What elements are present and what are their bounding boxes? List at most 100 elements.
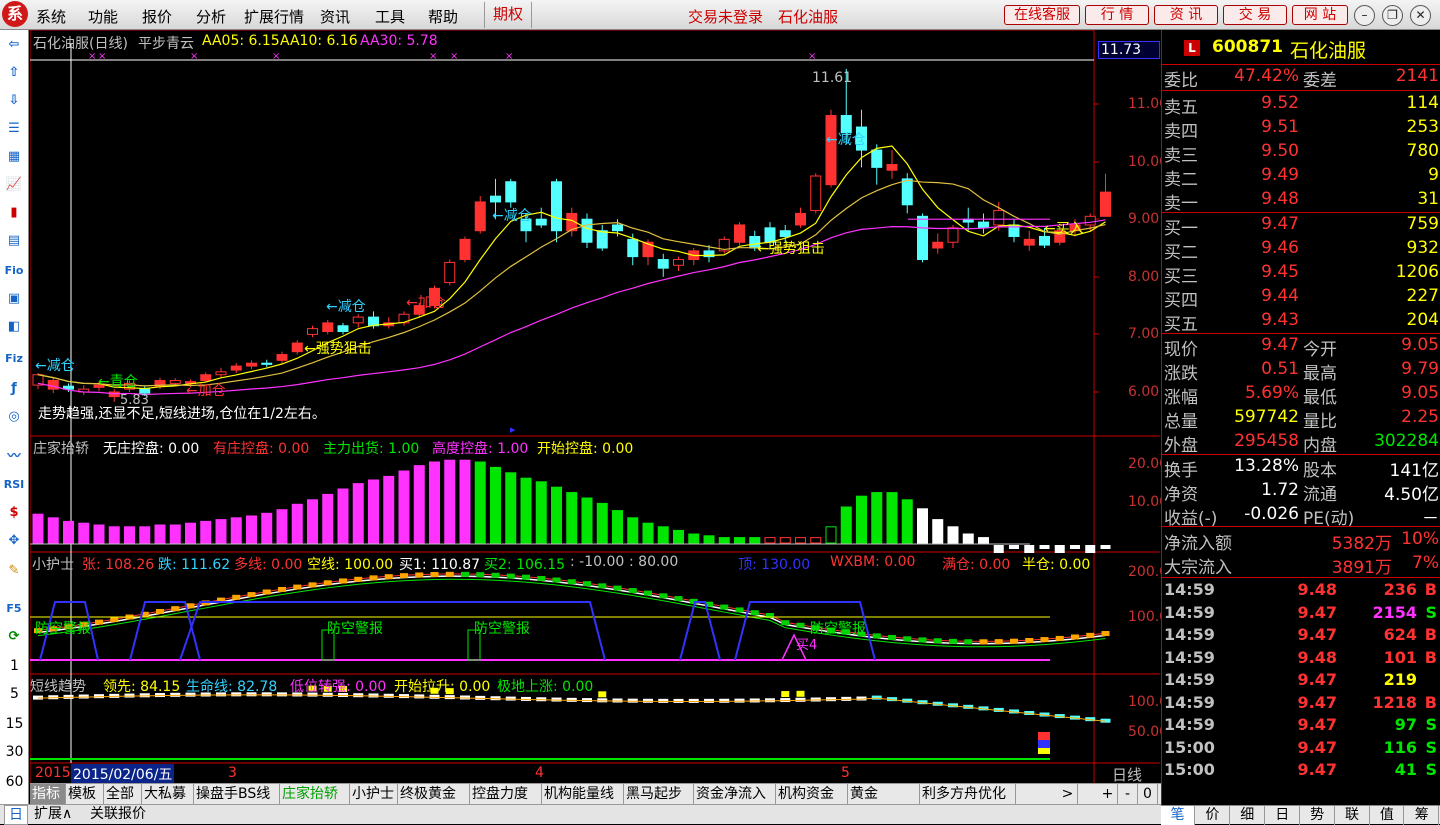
- signal-reduce: ←减仓: [492, 208, 532, 224]
- app-logo[interactable]: 系: [2, 1, 28, 27]
- quote-tab[interactable]: 细: [1231, 806, 1265, 825]
- menu-quote[interactable]: 报价: [142, 6, 172, 27]
- fiz-icon[interactable]: Fiz: [3, 348, 25, 370]
- table-icon[interactable]: ▤: [3, 230, 25, 252]
- arrow-down-icon[interactable]: ⇩: [3, 90, 25, 112]
- indicator-tab[interactable]: 指标: [30, 784, 66, 805]
- arrow-left-icon[interactable]: ⇦: [3, 34, 25, 56]
- indicator-tab[interactable]: 机构能量线: [542, 784, 624, 805]
- indicator-tab[interactable]: 大私募: [142, 784, 194, 805]
- formula-icon[interactable]: ƒ: [3, 378, 25, 400]
- chart-control-button[interactable]: 0: [1138, 784, 1158, 805]
- indicator-tab[interactable]: 操盘手BS线: [194, 784, 280, 805]
- menu-analysis[interactable]: 分析: [196, 6, 226, 27]
- f5-icon[interactable]: F5: [3, 598, 25, 620]
- candle-body: [734, 224, 745, 243]
- trade-button[interactable]: 交 易: [1223, 5, 1287, 25]
- period-30min[interactable]: 30: [0, 744, 29, 760]
- indicator-tab[interactable]: 庄家抬轿: [280, 784, 350, 805]
- market-button[interactable]: 行 情: [1085, 5, 1149, 25]
- fio-icon[interactable]: Fio: [3, 260, 25, 282]
- volume-bar: [1024, 545, 1035, 553]
- volume-bar: [322, 493, 334, 544]
- report-icon[interactable]: ▣: [3, 288, 25, 310]
- quote-tab[interactable]: 日: [1266, 806, 1300, 825]
- trend-dot: [720, 604, 729, 610]
- quote-tab[interactable]: 价: [1196, 806, 1230, 825]
- indicator-tab[interactable]: 模板: [66, 784, 104, 805]
- news-button[interactable]: 资 讯: [1154, 5, 1218, 25]
- circle-icon[interactable]: ◎: [3, 406, 25, 428]
- chart-control-button[interactable]: >: [1058, 784, 1078, 805]
- volume-bar: [154, 524, 166, 544]
- signal-buy: ←买入: [1044, 221, 1084, 237]
- doc-icon[interactable]: ◧: [3, 316, 25, 338]
- trend-dot: [949, 638, 957, 644]
- menu-function[interactable]: 功能: [88, 6, 118, 27]
- trend-dot: [872, 633, 881, 639]
- candle-icon[interactable]: ▮: [3, 202, 25, 224]
- indicator-tab[interactable]: 黄金MACD: [848, 784, 920, 822]
- website-button[interactable]: 网 站: [1292, 5, 1348, 25]
- minimize-icon[interactable]: –: [1354, 5, 1375, 26]
- menu-help[interactable]: 帮助: [428, 6, 458, 27]
- trend-dot: [110, 617, 119, 623]
- candle-body: [581, 218, 593, 243]
- indicator-tab[interactable]: 控盘力度: [470, 784, 542, 805]
- menu-tools[interactable]: 工具: [375, 6, 405, 27]
- indicator-tab[interactable]: 利多方舟优化: [920, 784, 1016, 805]
- period-5min[interactable]: 5: [0, 686, 29, 702]
- menu-news[interactable]: 资讯: [320, 6, 350, 27]
- period-day[interactable]: 日: [4, 805, 28, 825]
- quote-tab[interactable]: 联: [1336, 806, 1370, 825]
- panel3-item: 买1: 110.87: [399, 557, 481, 573]
- period-label[interactable]: 日线: [1112, 764, 1142, 785]
- period-60min[interactable]: 60: [0, 774, 29, 790]
- tick-row: 14:59 9.47 624 B: [1164, 625, 1437, 644]
- indicator-tab[interactable]: 终极黄金: [398, 784, 470, 805]
- online-service-button[interactable]: 在线客服: [1004, 5, 1080, 25]
- rsi-icon[interactable]: RSI: [3, 474, 25, 496]
- related-quote-tab[interactable]: 关联报价: [90, 805, 146, 825]
- move-icon[interactable]: ✥: [3, 530, 25, 552]
- chart-area[interactable]: × × × × × × × × ▸ 石化油服(日线) 平步青云 AA05: 6.15 AA10:…: [30, 30, 1168, 785]
- period-15min[interactable]: 15: [0, 716, 29, 732]
- quote-tab[interactable]: 笔: [1161, 806, 1195, 825]
- period-1min[interactable]: 1: [0, 658, 29, 674]
- chart-control-button[interactable]: +: [1098, 784, 1118, 805]
- quote-tab[interactable]: 势: [1301, 806, 1335, 825]
- stat-row: 收益(-) -0.026 PE(动) －: [1164, 504, 1439, 529]
- list-icon[interactable]: ☰: [3, 118, 25, 140]
- restore-icon[interactable]: ❐: [1382, 5, 1403, 26]
- wave-icon[interactable]: 〰: [3, 446, 25, 468]
- quote-tab[interactable]: 筹: [1405, 806, 1440, 825]
- indicator-tab[interactable]: 全部: [104, 784, 142, 805]
- indicator-tab[interactable]: 机构资金: [776, 784, 848, 805]
- menu-ext-market[interactable]: 扩展行情: [244, 6, 304, 27]
- expand-tab[interactable]: 扩展∧: [34, 805, 72, 825]
- chart-control-button[interactable]: -: [1118, 784, 1138, 805]
- stat-row: 总量 597742 量比 2.25: [1164, 407, 1439, 432]
- close-icon[interactable]: ✕: [1410, 5, 1431, 26]
- top-shape: [179, 601, 606, 661]
- tick-row: 14:59 9.47 97 S: [1164, 715, 1437, 734]
- menu-system[interactable]: 系统: [36, 6, 66, 27]
- price-axis-label: 9.00: [1128, 211, 1160, 227]
- grid-icon[interactable]: ▦: [3, 146, 25, 168]
- indicator-tab[interactable]: 资金净流入: [694, 784, 776, 805]
- level-icon: L: [1184, 40, 1200, 56]
- arrow-up-icon[interactable]: ⇧: [3, 62, 25, 84]
- menu-options[interactable]: 期权: [484, 2, 533, 28]
- candle-body: [505, 181, 517, 203]
- quote-tab[interactable]: 值: [1370, 806, 1405, 825]
- candle-body: [444, 261, 456, 284]
- dollar-icon[interactable]: $: [3, 502, 25, 524]
- volume-bar: [947, 526, 959, 544]
- candle-body: [169, 379, 181, 384]
- line-chart-icon[interactable]: 📈: [3, 174, 25, 196]
- volume-bar: [688, 533, 700, 544]
- refresh-icon[interactable]: ⟳: [3, 626, 25, 648]
- indicator-tab[interactable]: 黑马起步: [624, 784, 694, 805]
- pencil-icon[interactable]: ✎: [3, 560, 25, 582]
- indicator-tab[interactable]: 小护士: [350, 784, 398, 805]
